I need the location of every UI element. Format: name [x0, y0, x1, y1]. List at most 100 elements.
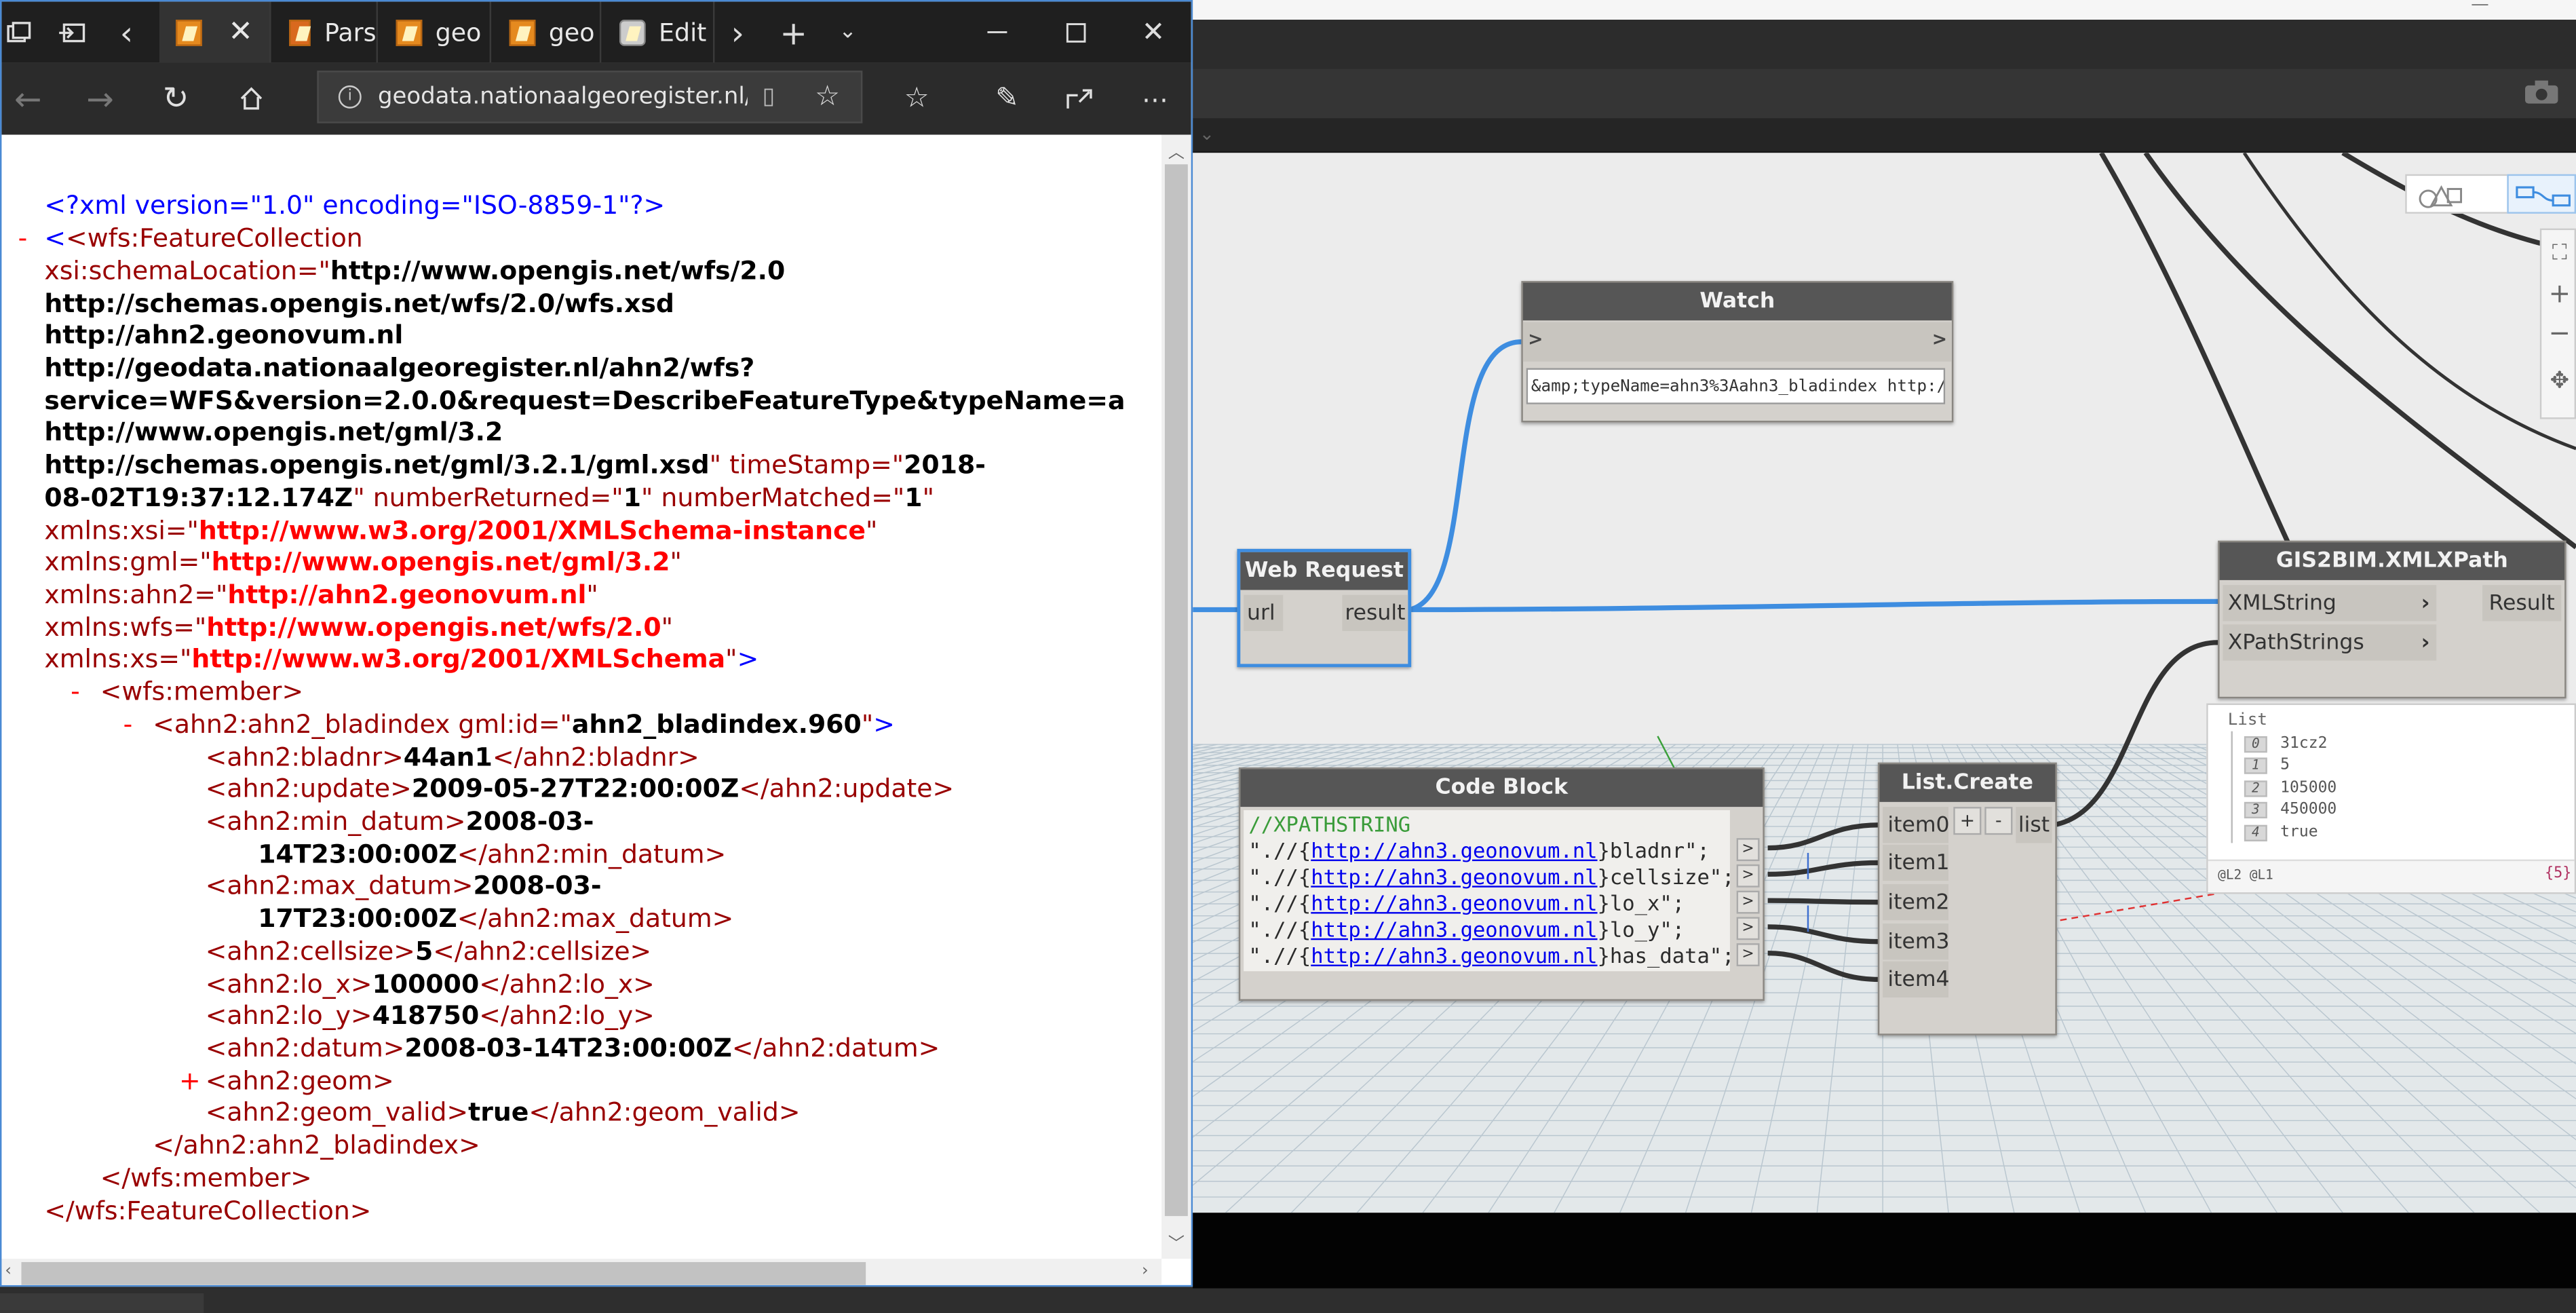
item1-input-port[interactable]: item1: [1883, 844, 1950, 881]
graph-view-toggle[interactable]: [2507, 174, 2576, 214]
tab-list-icon[interactable]: [1, 1, 37, 62]
expand-toggle[interactable]: +: [179, 1067, 201, 1099]
code-line: ".//{http://ahn3.geonovum.nl}bladnr";: [1248, 838, 1710, 863]
reading-view-icon[interactable]: ▯: [763, 84, 775, 111]
list-create-node[interactable]: List.Create item0 item1 item2 item3 item…: [1877, 762, 2057, 1035]
node-title[interactable]: GIS2BIM.XMLXPath: [2219, 542, 2565, 580]
preview-list-header: List: [2227, 711, 2268, 730]
node-title[interactable]: Code Block: [1240, 769, 1763, 807]
pan-icon[interactable]: ✥: [2545, 365, 2575, 398]
new-tab-icon[interactable]: +: [771, 1, 817, 62]
preview-tree-line: [2231, 731, 2233, 843]
list-output-port[interactable]: list: [2016, 807, 2052, 843]
schema-last-line: http://schemas.opengis.net/gml/3.2.1/gml…: [44, 450, 986, 480]
minimize-icon[interactable]: —: [2471, 0, 2489, 15]
field-min-datum-cont: 14T23:00:00Z</ahn2:min_datum>: [258, 839, 727, 870]
favorites-hub-icon[interactable]: ☆: [896, 62, 938, 135]
field-geom: <ahn2:geom>: [205, 1066, 394, 1097]
scroll-right-icon[interactable]: ›: [1142, 1262, 1149, 1280]
close-window-icon[interactable]: ✕: [1129, 1, 1178, 62]
tab-geo-1[interactable]: geo: [379, 1, 492, 63]
node-title[interactable]: Web Request: [1240, 552, 1408, 590]
tab-active[interactable]: ✕: [159, 1, 271, 63]
collapse-toggle[interactable]: -: [18, 223, 28, 256]
refresh-icon[interactable]: ↻: [156, 62, 195, 135]
share-icon[interactable]: [1060, 62, 1099, 135]
scroll-left-icon[interactable]: ‹: [5, 1262, 12, 1280]
timestamp-line: 08-02T19:37:12.174Z" numberReturned="1" …: [44, 483, 934, 513]
vertical-scrollbar[interactable]: ︿ ﹀: [1161, 134, 1191, 1259]
camera-icon[interactable]: [2524, 79, 2560, 105]
scroll-up-icon[interactable]: ︿: [1168, 138, 1185, 163]
collapse-toggle[interactable]: -: [71, 677, 80, 710]
info-icon[interactable]: i: [338, 85, 362, 109]
favorite-star-icon[interactable]: ☆: [815, 81, 840, 113]
maximize-icon[interactable]: [1053, 1, 1099, 62]
set-aside-icon[interactable]: [47, 1, 97, 62]
tab-edit[interactable]: Edit: [603, 1, 715, 63]
schema-location-line: xsi:schemaLocation="http://www.opengis.n…: [44, 256, 786, 286]
close-tab-icon[interactable]: ✕: [228, 15, 253, 50]
dynamo-bottom-panel: [1193, 1213, 2576, 1289]
collapse-toggle[interactable]: -: [123, 710, 133, 742]
vertical-scroll-thumb[interactable]: [1164, 164, 1188, 1217]
item4-input-port[interactable]: item4: [1883, 961, 1950, 998]
field-bladnr: <ahn2:bladnr>44an1</ahn2:bladnr>: [205, 742, 699, 773]
pen-icon[interactable]: ✎: [987, 62, 1026, 135]
dynamo-canvas[interactable]: Watch > > &amp;typeName=ahn3%3Aahn3_blad…: [1193, 153, 2576, 1213]
more-icon[interactable]: ⋯: [1135, 62, 1174, 135]
item3-input-port[interactable]: item3: [1883, 924, 1950, 960]
zoom-out-icon[interactable]: −: [2545, 316, 2575, 348]
item2-input-port[interactable]: item2: [1883, 883, 1950, 921]
scroll-tabs-right-icon[interactable]: ›: [718, 1, 757, 62]
xmlns-wfs: xmlns:wfs="http://www.opengis.net/wfs/2.…: [44, 613, 674, 643]
tab-geo-2[interactable]: geo: [493, 1, 602, 63]
output-port-4[interactable]: >: [1736, 943, 1760, 967]
node-title[interactable]: Watch: [1522, 282, 1952, 321]
tab-pars[interactable]: Pars: [273, 1, 378, 63]
xmlxpath-preview: List 0 31cz2 15 2 105000 3 450000 4 true @L2…: [2206, 703, 2576, 894]
horizontal-scroll-thumb[interactable]: [21, 1261, 866, 1285]
output-port[interactable]: >: [1932, 328, 1947, 349]
forward-icon[interactable]: →: [81, 62, 120, 135]
dynamo-menu-bar: [1193, 20, 2576, 69]
code-editor[interactable]: //XPATHSTRING ".//{http://ahn3.geonovum.…: [1244, 810, 1735, 972]
result-output-port[interactable]: Result: [2482, 585, 2562, 622]
zoom-fit-icon[interactable]: ⛶: [2545, 237, 2575, 269]
output-port-3[interactable]: >: [1736, 917, 1760, 940]
output-port-1[interactable]: >: [1736, 864, 1760, 888]
field-geom-valid: <ahn2:geom_valid>true</ahn2:geom_valid>: [205, 1097, 801, 1128]
output-port-2[interactable]: >: [1736, 890, 1760, 914]
result-output-port[interactable]: result: [1342, 594, 1408, 631]
tab-favicon-icon: [289, 18, 311, 45]
minimize-icon[interactable]: [974, 1, 1020, 62]
address-bar[interactable]: i geodata.nationaalgeoregister.nl/ahn2 ▯…: [317, 71, 863, 123]
output-port-0[interactable]: >: [1736, 838, 1760, 862]
geometry-view-icon[interactable]: [2413, 179, 2465, 212]
web-request-node[interactable]: Web Request url result: [1237, 548, 1412, 668]
scroll-tabs-left-icon[interactable]: ‹: [104, 1, 150, 62]
edge-browser-window: ‹ ✕ Pars geo geo Edit › + ⌄ ✕ ← → ↻ ☆ ✎ …: [0, 0, 1193, 1287]
item0-input-port[interactable]: item0: [1883, 807, 1950, 843]
chevron-down-icon[interactable]: ⌄: [1199, 123, 1214, 145]
xmlxpath-node[interactable]: GIS2BIM.XMLXPath XMLString › XPathStrings…: [2218, 540, 2567, 699]
member-close: </wfs:member>: [100, 1163, 312, 1194]
home-icon[interactable]: [231, 62, 271, 135]
tab-preview-icon[interactable]: ⌄: [826, 1, 869, 62]
watch-node[interactable]: Watch > > &amp;typeName=ahn3%3Aahn3_blad…: [1521, 281, 1954, 423]
scroll-down-icon[interactable]: ﹀: [1168, 1230, 1185, 1254]
add-input-button[interactable]: +: [1953, 807, 1982, 835]
bladindex-open: <ahn2:ahn2_bladindex gml:id="ahn2_bladin…: [153, 710, 895, 740]
status-bar-item[interactable]: [0, 1293, 204, 1313]
xmlstring-input-port[interactable]: XMLString ›: [2223, 585, 2437, 622]
wire-cb-item0: [1767, 822, 1880, 851]
back-icon[interactable]: ←: [8, 62, 47, 135]
node-title[interactable]: List.Create: [1879, 764, 2056, 802]
remove-input-button[interactable]: -: [1984, 807, 2013, 835]
zoom-in-icon[interactable]: +: [2545, 276, 2575, 309]
xpathstrings-input-port[interactable]: XPathStrings ›: [2223, 624, 2437, 661]
horizontal-scrollbar[interactable]: ‹ ›: [1, 1259, 1162, 1285]
code-block-node[interactable]: Code Block //XPATHSTRING ".//{http://ahn…: [1238, 767, 1765, 1001]
input-port[interactable]: >: [1528, 328, 1543, 349]
url-input-port[interactable]: url: [1244, 594, 1284, 631]
